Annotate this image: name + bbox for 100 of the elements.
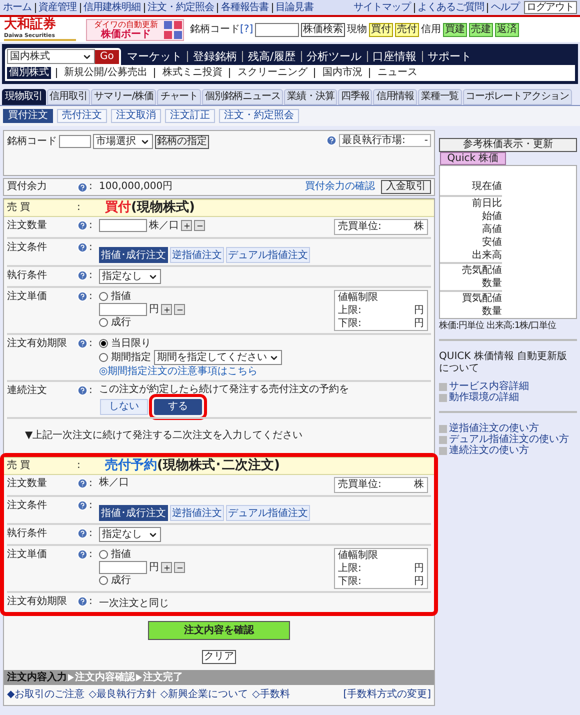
quick-order-button[interactable]: 買建 bbox=[443, 22, 468, 36]
select-field[interactable]: 指定なし bbox=[99, 269, 161, 284]
radio-option[interactable]: 成行 bbox=[99, 574, 185, 587]
radio-option[interactable]: 成行 bbox=[99, 316, 185, 329]
specify-stock-button[interactable]: 銘柄の指定 bbox=[155, 134, 209, 148]
quick-quote-tab[interactable]: Quick 株価 bbox=[440, 152, 506, 165]
order-type-tab[interactable]: デュアル指値注文 bbox=[226, 247, 310, 263]
refresh-quote-button[interactable]: 参考株価表示・更新 bbox=[439, 138, 577, 152]
help-icon[interactable] bbox=[77, 500, 88, 511]
subnav-link[interactable]: 国内市況 bbox=[320, 67, 364, 79]
market-select[interactable]: 国内株式 bbox=[7, 49, 95, 64]
nav-link[interactable]: 登録銘柄 bbox=[192, 50, 237, 62]
sidebar-link[interactable]: 動作環境の詳細 bbox=[439, 392, 577, 403]
buying-power-link[interactable]: 買付余力の確認 bbox=[305, 181, 375, 193]
sidebar-link[interactable]: 連続注文の使い方 bbox=[439, 445, 577, 456]
subnav-link[interactable]: 株式ミニ投資 bbox=[160, 67, 224, 79]
plus-button[interactable] bbox=[161, 304, 172, 315]
subtab[interactable]: 買付注文 bbox=[3, 109, 53, 123]
top-link[interactable]: サイトマップ bbox=[354, 2, 410, 14]
top-link[interactable]: 資産管理 bbox=[38, 2, 76, 14]
help-icon[interactable] bbox=[77, 385, 88, 396]
tab[interactable]: 信用取引 bbox=[46, 89, 90, 105]
deposit-button[interactable]: 入金取引 bbox=[381, 180, 431, 194]
chain-order-button[interactable]: する bbox=[154, 399, 202, 415]
top-link[interactable]: ヘルプ bbox=[491, 2, 520, 14]
footer-link[interactable]: ◆お取引のご注意 bbox=[7, 689, 85, 701]
tab[interactable]: 現物取引 bbox=[2, 89, 46, 105]
quick-order-button[interactable]: 売建 bbox=[469, 22, 494, 36]
plus-button[interactable] bbox=[181, 220, 192, 231]
plus-button[interactable] bbox=[161, 562, 172, 573]
tab[interactable]: コーポレートアクション bbox=[462, 89, 572, 105]
nav-link[interactable]: 残高/履歴 bbox=[248, 50, 296, 62]
subnav-link[interactable]: 個別株式 bbox=[7, 67, 51, 79]
minus-button[interactable] bbox=[194, 220, 205, 231]
tab[interactable]: 信用情報 bbox=[373, 89, 418, 105]
price-field[interactable] bbox=[99, 561, 147, 574]
help-icon[interactable] bbox=[326, 135, 337, 146]
subtab[interactable]: 注文取消 bbox=[111, 109, 161, 123]
order-type-tab[interactable]: 逆指値注文 bbox=[170, 247, 224, 263]
help-icon[interactable] bbox=[77, 270, 88, 281]
footer-link[interactable]: ◇手数料 bbox=[252, 689, 290, 701]
notice-link[interactable]: ◎期間指定注文の注意事項はこちら bbox=[99, 365, 428, 378]
logout-button[interactable]: ログアウト bbox=[524, 1, 577, 14]
tab[interactable]: 業種一覧 bbox=[418, 89, 462, 105]
subtab[interactable]: 注文訂正 bbox=[165, 109, 215, 123]
quantity-field[interactable] bbox=[99, 219, 147, 232]
quick-order-button[interactable]: 買付 bbox=[369, 22, 394, 36]
order-type-tab[interactable]: デュアル指値注文 bbox=[226, 505, 310, 521]
help-icon[interactable] bbox=[77, 596, 88, 607]
period-select[interactable]: 期間を指定してください bbox=[154, 350, 282, 365]
minus-button[interactable] bbox=[174, 562, 185, 573]
stock-board-banner[interactable]: ダイワの自動更新 株価ボード bbox=[86, 18, 184, 40]
top-link[interactable]: 注文・約定照会 bbox=[148, 2, 214, 14]
subtab[interactable]: 注文・約定照会 bbox=[219, 109, 299, 123]
market-select[interactable]: 市場選択 bbox=[93, 134, 153, 149]
stock-code-field[interactable] bbox=[255, 22, 300, 36]
tab[interactable]: 四季報 bbox=[338, 89, 372, 105]
tab[interactable]: チャート bbox=[157, 89, 201, 105]
tab[interactable]: サマリー/株価 bbox=[91, 89, 156, 105]
nav-link[interactable]: 分析ツール bbox=[306, 50, 362, 62]
footer-link[interactable]: ◇新興企業について bbox=[160, 689, 248, 701]
top-link[interactable]: 各種報告書 bbox=[221, 2, 268, 14]
help-icon[interactable] bbox=[77, 220, 88, 231]
top-link[interactable]: 信用建株明細 bbox=[84, 2, 140, 14]
tab[interactable]: 個別銘柄ニュース bbox=[202, 89, 284, 105]
order-type-tab[interactable]: 指値･成行注文 bbox=[99, 505, 168, 521]
order-type-tab[interactable]: 逆指値注文 bbox=[170, 505, 224, 521]
footer-link[interactable]: [手数料方式の変更] bbox=[343, 689, 431, 701]
order-type-tab[interactable]: 指値･成行注文 bbox=[99, 247, 168, 263]
top-link[interactable]: よくあるご質問 bbox=[418, 2, 484, 14]
chain-order-button[interactable]: しない bbox=[100, 399, 148, 415]
select-field[interactable]: 指定なし bbox=[99, 527, 161, 542]
confirm-button[interactable]: 注文内容を確認 bbox=[148, 621, 290, 640]
stock-search-button[interactable]: 株価検索 bbox=[301, 22, 346, 36]
help-icon[interactable] bbox=[77, 478, 88, 489]
help-icon[interactable] bbox=[77, 528, 88, 539]
sidebar-link[interactable]: サービス内容詳細 bbox=[439, 381, 577, 392]
nav-link[interactable]: サポート bbox=[428, 50, 472, 62]
top-link[interactable]: 目論見書 bbox=[276, 2, 314, 14]
sidebar-link[interactable]: デュアル指値注文の使い方 bbox=[439, 434, 577, 445]
price-field[interactable] bbox=[99, 303, 147, 316]
subnav-link[interactable]: スクリーニング bbox=[235, 67, 310, 79]
subnav-link[interactable]: 新規公開/公募売出 bbox=[62, 67, 150, 79]
help-icon[interactable] bbox=[77, 291, 88, 302]
stock-code-field[interactable] bbox=[59, 135, 91, 148]
quick-order-button[interactable]: 返済 bbox=[495, 22, 520, 36]
minus-button[interactable] bbox=[174, 304, 185, 315]
go-button[interactable]: Go bbox=[95, 50, 119, 64]
help-icon[interactable] bbox=[77, 242, 88, 253]
subtab[interactable]: 売付注文 bbox=[57, 109, 107, 123]
clear-button[interactable]: クリア bbox=[202, 650, 236, 664]
subnav-link[interactable]: ニュース bbox=[375, 67, 420, 79]
quick-order-button[interactable]: 売付 bbox=[395, 22, 420, 36]
top-link[interactable]: ホーム bbox=[3, 2, 32, 14]
radio-option[interactable]: 当日限り bbox=[99, 337, 428, 350]
help-icon[interactable] bbox=[77, 549, 88, 560]
radio-option[interactable]: 期間指定 bbox=[99, 351, 151, 364]
sidebar-link[interactable]: 逆指値注文の使い方 bbox=[439, 423, 577, 434]
nav-link[interactable]: マーケット bbox=[126, 50, 182, 62]
help-icon[interactable] bbox=[77, 182, 88, 192]
